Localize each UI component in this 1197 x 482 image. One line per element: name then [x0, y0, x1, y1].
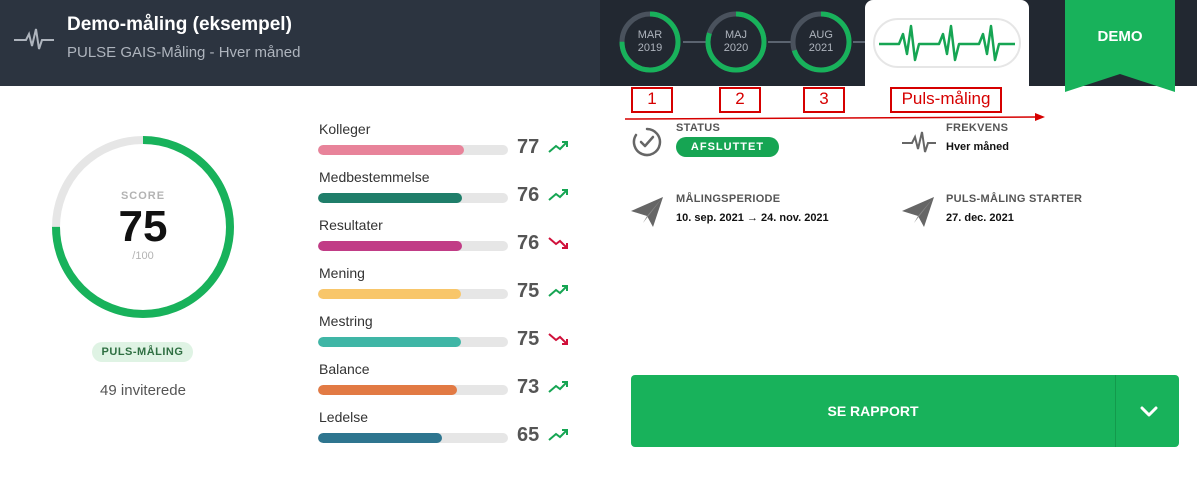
score-label: SCORE: [120, 190, 166, 202]
dimension-value: 75: [517, 280, 540, 302]
trend-icon: [548, 285, 568, 297]
round-aug-2021[interactable]: AUG 2021: [789, 10, 853, 74]
page-title: Demo-måling (eksempel): [67, 14, 292, 35]
dimension-bar-fill: [318, 385, 457, 395]
dimension-bar-fill: [318, 337, 461, 347]
round-year: 2019: [637, 42, 663, 54]
demo-flag-shape: [1065, 0, 1175, 92]
trend-icon: [548, 141, 568, 153]
round-year: 2021: [808, 42, 834, 54]
annotation-pulse: Puls-måling: [890, 87, 1002, 113]
start-label: PULS-MÅLING STARTER: [946, 193, 1083, 205]
header-title-area: [0, 0, 600, 86]
trend-icon: [548, 189, 568, 201]
dimension-bar: [318, 289, 508, 299]
annotation-1: 1: [631, 87, 673, 113]
score-max: /100: [132, 250, 154, 262]
dimension-ledelse: Ledelse 65: [318, 409, 578, 453]
pulse-measurement-badge: PULS-MÅLING: [92, 342, 193, 362]
status-badge: AFSLUTTET: [676, 137, 779, 157]
dimension-name: Medbestemmelse: [319, 169, 430, 185]
header-bar: Demo-måling (eksempel) PULSE GAIS-Måling…: [0, 0, 1197, 92]
status-check-icon: [632, 127, 662, 157]
invited-count: 49 inviterede: [100, 382, 186, 399]
trend-icon: [548, 333, 568, 345]
round-label: MAR 2019: [618, 29, 682, 55]
see-report-label: SE RAPPORT: [827, 403, 919, 419]
trend-icon: [548, 237, 568, 249]
dimension-value: 65: [517, 424, 540, 446]
pulse-round-pill: [873, 18, 1021, 68]
dimension-mening: Mening 75: [318, 265, 578, 309]
frequency-value: Hver måned: [946, 141, 1009, 153]
dimension-resultater: Resultater 76: [318, 217, 578, 261]
dimension-balance: Balance 73: [318, 361, 578, 405]
paper-plane-icon: [631, 197, 663, 227]
dimension-name: Balance: [319, 361, 370, 377]
page: Demo-måling (eksempel) PULSE GAIS-Måling…: [0, 0, 1197, 482]
dimension-value: 75: [517, 328, 540, 350]
dimension-value: 76: [517, 184, 540, 206]
dimension-bar-fill: [318, 433, 442, 443]
status-label: STATUS: [676, 122, 721, 134]
start-value: 27. dec. 2021: [946, 212, 1014, 224]
round-maj-2020[interactable]: MAJ 2020: [704, 10, 768, 74]
dimension-name: Mening: [319, 265, 365, 281]
dimension-bar-fill: [318, 289, 461, 299]
dimension-bar: [318, 145, 508, 155]
chevron-down-icon[interactable]: [1139, 401, 1159, 421]
annotation-2: 2: [719, 87, 761, 113]
heartbeat-icon: [879, 24, 1015, 62]
dimension-value: 73: [517, 376, 540, 398]
dimension-bar-fill: [318, 241, 463, 251]
period-value: 10. sep. 2021 → 24. nov. 2021: [676, 212, 829, 224]
dimension-name: Ledelse: [319, 409, 369, 425]
dimension-bar: [318, 385, 508, 395]
dimension-kolleger: Kolleger 77: [318, 121, 578, 165]
dimension-medbestemmelse: Medbestemmelse 76: [318, 169, 578, 213]
round-month: AUG: [809, 29, 833, 41]
frequency-label: FREKVENS: [946, 122, 1009, 134]
dimension-bar: [318, 337, 508, 347]
paper-plane-icon: [902, 197, 934, 227]
score-value: 75: [118, 202, 168, 251]
round-year: 2020: [723, 42, 749, 54]
dimension-bar: [318, 193, 508, 203]
round-label: AUG 2021: [789, 29, 853, 55]
dimension-bar: [318, 433, 508, 443]
demo-label: DEMO: [1097, 28, 1143, 45]
dimension-mestring: Mestring 75: [318, 313, 578, 357]
pulse-round-tab[interactable]: [865, 0, 1029, 86]
round-label: MAJ 2020: [704, 29, 768, 55]
round-mar-2019[interactable]: MAR 2019: [618, 10, 682, 74]
annotation-3: 3: [803, 87, 845, 113]
button-divider: [1115, 375, 1116, 447]
trend-icon: [548, 429, 568, 441]
dimension-name: Kolleger: [319, 121, 371, 137]
dimension-name: Resultater: [319, 217, 383, 233]
period-label: MÅLINGSPERIODE: [676, 193, 781, 205]
round-month: MAJ: [725, 29, 747, 41]
dimension-bar-fill: [318, 145, 465, 155]
round-month: MAR: [637, 29, 663, 41]
dimension-value: 76: [517, 232, 540, 254]
heartbeat-icon: [14, 28, 54, 50]
see-report-button[interactable]: SE RAPPORT: [631, 375, 1179, 447]
demo-badge: DEMO: [1065, 0, 1175, 92]
trend-icon: [548, 381, 568, 393]
page-subtitle: PULSE GAIS-Måling - Hver måned: [67, 44, 301, 61]
dimension-bar: [318, 241, 508, 251]
dimension-value: 77: [517, 136, 540, 158]
dimension-bar-fill: [318, 193, 463, 203]
heartbeat-icon: [902, 131, 936, 153]
dimension-name: Mestring: [319, 313, 373, 329]
